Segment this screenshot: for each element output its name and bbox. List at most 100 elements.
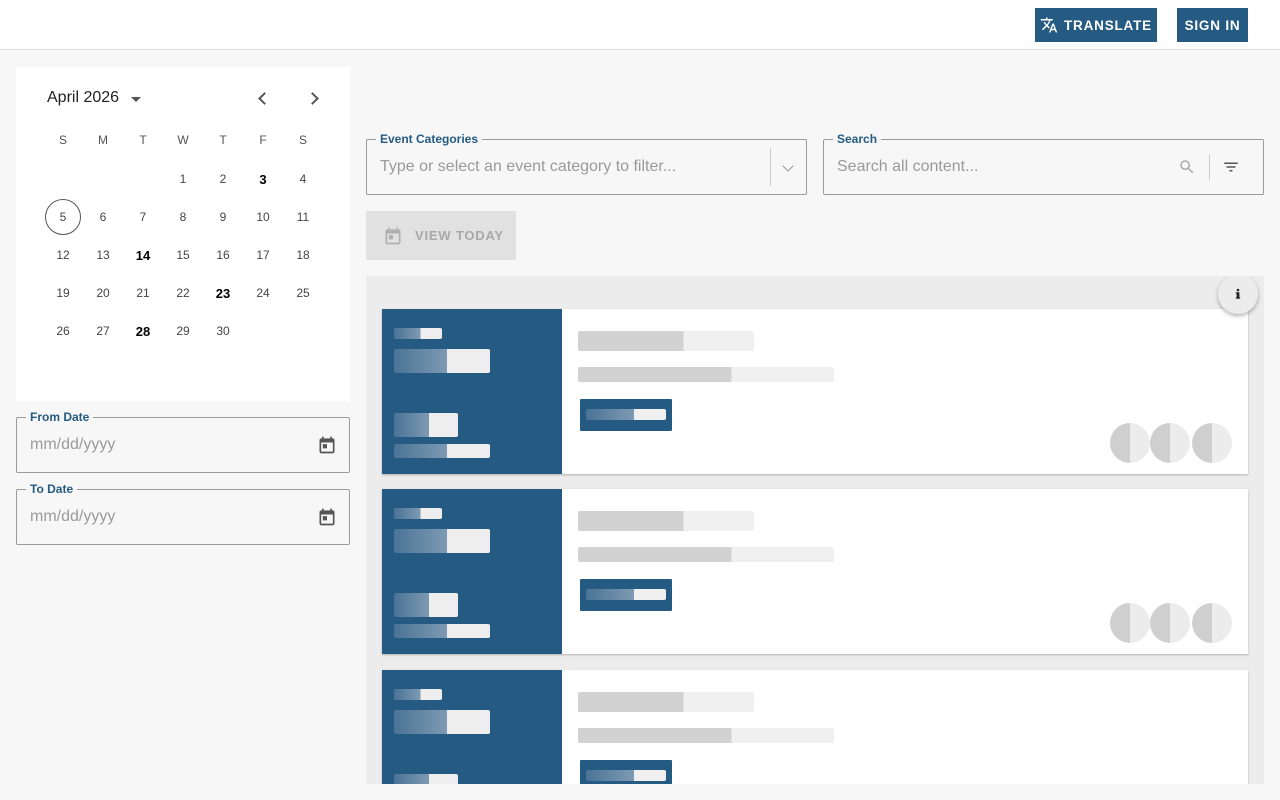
calendar-day[interactable]: 25 bbox=[285, 275, 321, 311]
weekday-label: M bbox=[98, 133, 108, 147]
avatar-placeholder bbox=[1150, 423, 1190, 463]
calendar-day[interactable]: 21 bbox=[125, 275, 161, 311]
dropdown-toggle[interactable] bbox=[780, 160, 794, 172]
avatar-placeholder bbox=[1192, 423, 1232, 463]
skeleton-line bbox=[394, 624, 490, 638]
previous-month-button[interactable] bbox=[251, 87, 273, 109]
skeleton-line bbox=[394, 413, 458, 437]
weekday-label: F bbox=[259, 133, 267, 147]
skeleton-line bbox=[578, 728, 834, 743]
skeleton-line bbox=[394, 444, 490, 458]
avatar-placeholder bbox=[1110, 423, 1150, 463]
calendar-day[interactable]: 17 bbox=[245, 237, 281, 273]
skeleton-line bbox=[578, 367, 834, 382]
calendar-day[interactable]: 27 bbox=[85, 313, 121, 349]
calendar-icon[interactable] bbox=[317, 435, 337, 455]
calendar-day[interactable]: 22 bbox=[165, 275, 201, 311]
calendar-day[interactable]: 3 bbox=[245, 161, 281, 197]
calendar-day[interactable]: 11 bbox=[285, 199, 321, 235]
calendar-day[interactable]: 4 bbox=[285, 161, 321, 197]
event-categories-input[interactable] bbox=[380, 140, 770, 194]
calendar-day[interactable]: 15 bbox=[165, 237, 201, 273]
weekday-label: T bbox=[139, 133, 147, 147]
skeleton-line bbox=[394, 328, 442, 339]
calendar-day[interactable]: 20 bbox=[85, 275, 121, 311]
avatar-placeholder bbox=[1150, 603, 1190, 643]
next-month-button[interactable] bbox=[303, 87, 325, 109]
skeleton-line bbox=[394, 508, 442, 519]
from-date-input[interactable] bbox=[30, 418, 296, 472]
skeleton-line bbox=[394, 774, 458, 784]
chevron-left-icon bbox=[257, 91, 271, 105]
info-icon bbox=[1235, 288, 1241, 299]
search-field: Search bbox=[823, 132, 1264, 195]
weekday-label: T bbox=[219, 133, 227, 147]
calendar-icon bbox=[385, 227, 401, 244]
calendar-day[interactable]: 19 bbox=[45, 275, 81, 311]
skeleton-line bbox=[578, 692, 754, 712]
to-date-input[interactable] bbox=[30, 490, 296, 544]
calendar-day[interactable]: 26 bbox=[45, 313, 81, 349]
view-today-button[interactable]: VIEW TODAY bbox=[366, 211, 516, 260]
divider bbox=[1209, 154, 1210, 180]
skeleton-line bbox=[394, 529, 490, 553]
calendar-day[interactable]: 18 bbox=[285, 237, 321, 273]
calendar-day[interactable]: 28 bbox=[125, 313, 161, 349]
events-list bbox=[366, 276, 1264, 784]
skeleton-button bbox=[580, 760, 672, 784]
event-date-block bbox=[382, 670, 562, 784]
weekday-label: S bbox=[58, 133, 67, 147]
info-button[interactable] bbox=[1218, 276, 1258, 314]
event-card-placeholder bbox=[382, 489, 1248, 654]
from-date-field: From Date bbox=[16, 410, 350, 473]
event-categories-field: Event Categories bbox=[366, 132, 807, 195]
to-date-field: To Date bbox=[16, 482, 350, 545]
search-icon[interactable] bbox=[1178, 158, 1196, 176]
chevron-down-icon bbox=[782, 160, 794, 172]
calendar-day[interactable]: 7 bbox=[125, 199, 161, 235]
view-today-label: VIEW TODAY bbox=[415, 228, 504, 243]
weekday-label: S bbox=[298, 133, 307, 147]
calendar-day[interactable]: 6 bbox=[85, 199, 121, 235]
calendar-day[interactable]: 12 bbox=[45, 237, 81, 273]
top-bar: TRANSLATE SIGN IN bbox=[0, 0, 1280, 50]
skeleton-line bbox=[578, 331, 754, 351]
event-date-block bbox=[382, 489, 562, 654]
event-card-placeholder bbox=[382, 670, 1248, 784]
month-selector[interactable]: April 2026 bbox=[47, 89, 142, 107]
skeleton-button bbox=[580, 399, 672, 431]
calendar-day[interactable]: 2 bbox=[205, 161, 241, 197]
skeleton-button bbox=[580, 579, 672, 611]
calendar-day[interactable]: 9 bbox=[205, 199, 241, 235]
skeleton-line bbox=[394, 593, 458, 617]
calendar-day[interactable]: 10 bbox=[245, 199, 281, 235]
caret-down-icon bbox=[131, 96, 142, 102]
calendar-day[interactable]: 8 bbox=[165, 199, 201, 235]
calendar-day[interactable]: 30 bbox=[205, 313, 241, 349]
avatar-placeholder bbox=[1110, 603, 1150, 643]
calendar-day[interactable]: 23 bbox=[205, 275, 241, 311]
calendar-icon[interactable] bbox=[317, 507, 337, 527]
search-input[interactable] bbox=[837, 140, 1123, 194]
divider bbox=[770, 148, 771, 186]
sign-in-button[interactable]: SIGN IN bbox=[1177, 8, 1248, 42]
month-label: April 2026 bbox=[47, 89, 120, 106]
calendar-day[interactable]: 29 bbox=[165, 313, 201, 349]
weekday-label: W bbox=[177, 133, 189, 147]
translate-label: TRANSLATE bbox=[1064, 17, 1152, 33]
calendar-day[interactable]: 1 bbox=[165, 161, 201, 197]
filter-icon[interactable] bbox=[1222, 158, 1240, 176]
skeleton-line bbox=[394, 710, 490, 734]
chevron-right-icon bbox=[305, 91, 319, 105]
calendar-day[interactable]: 14 bbox=[125, 237, 161, 273]
event-card-placeholder bbox=[382, 309, 1248, 474]
skeleton-line bbox=[394, 349, 490, 373]
calendar-day[interactable]: 13 bbox=[85, 237, 121, 273]
calendar-day[interactable]: 24 bbox=[245, 275, 281, 311]
skeleton-line bbox=[578, 547, 834, 562]
skeleton-line bbox=[394, 689, 442, 700]
translate-button[interactable]: TRANSLATE bbox=[1035, 8, 1157, 42]
translate-icon bbox=[1040, 17, 1058, 33]
calendar-day-today[interactable]: 5 bbox=[45, 199, 81, 235]
calendar-day[interactable]: 16 bbox=[205, 237, 241, 273]
